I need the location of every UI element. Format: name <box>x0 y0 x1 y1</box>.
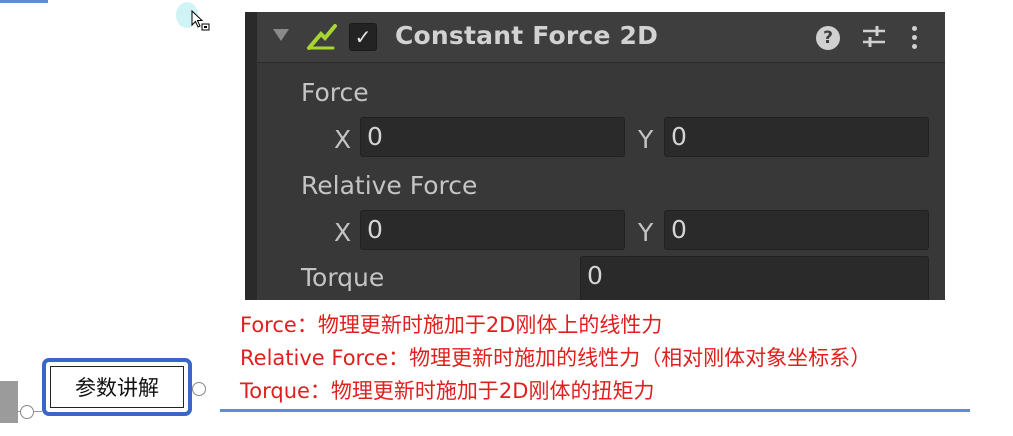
force-y-field[interactable]: 0 <box>664 117 929 157</box>
inspector-panel: ✓ Constant Force 2D ? Force X 0 Y 0 Rela… <box>245 12 945 300</box>
help-icon[interactable]: ? <box>816 26 840 50</box>
force-x-field[interactable]: 0 <box>360 117 625 157</box>
relative-force-x-label[interactable]: X <box>334 218 351 247</box>
left-edge-block <box>0 381 18 423</box>
component-title: Constant Force 2D <box>395 21 659 50</box>
explanation-notes: Force：物理更新时施加于2D刚体上的线性力 Relative Force：物… <box>240 309 871 408</box>
connector-line-blue <box>220 409 970 412</box>
node-collapse-circle-right[interactable] <box>192 382 206 396</box>
note-force: Force：物理更新时施加于2D刚体上的线性力 <box>240 313 663 337</box>
component-header[interactable]: ✓ Constant Force 2D ? <box>257 12 945 63</box>
force-label: Force <box>301 78 369 107</box>
force-x-label[interactable]: X <box>334 125 351 154</box>
kebab-menu-icon[interactable] <box>909 24 919 50</box>
enabled-checkbox[interactable]: ✓ <box>349 23 377 51</box>
relative-force-label: Relative Force <box>301 171 478 200</box>
constant-force-2d-icon <box>307 24 337 50</box>
relative-force-y-label[interactable]: Y <box>638 218 653 247</box>
fold-arrow-icon[interactable] <box>273 29 289 41</box>
mindmap-node[interactable]: 参数讲解 <box>42 358 192 416</box>
note-torque: Torque：物理更新时施加于2D刚体的扭矩力 <box>240 379 655 403</box>
mouse-cursor-icon <box>191 10 210 31</box>
top-accent-line <box>0 0 48 3</box>
preset-icon[interactable] <box>861 24 887 50</box>
inspector-edge <box>245 12 257 300</box>
force-y-label[interactable]: Y <box>638 125 653 154</box>
relative-force-y-field[interactable]: 0 <box>664 210 929 250</box>
torque-field[interactable]: 0 <box>580 256 929 300</box>
node-collapse-circle-left[interactable] <box>20 405 34 419</box>
relative-force-x-field[interactable]: 0 <box>360 210 625 250</box>
mindmap-node-label: 参数讲解 <box>50 366 184 408</box>
note-relative-force: Relative Force：物理更新时施加的线性力（相对刚体对象坐标系） <box>240 346 872 370</box>
torque-label: Torque <box>301 263 385 292</box>
